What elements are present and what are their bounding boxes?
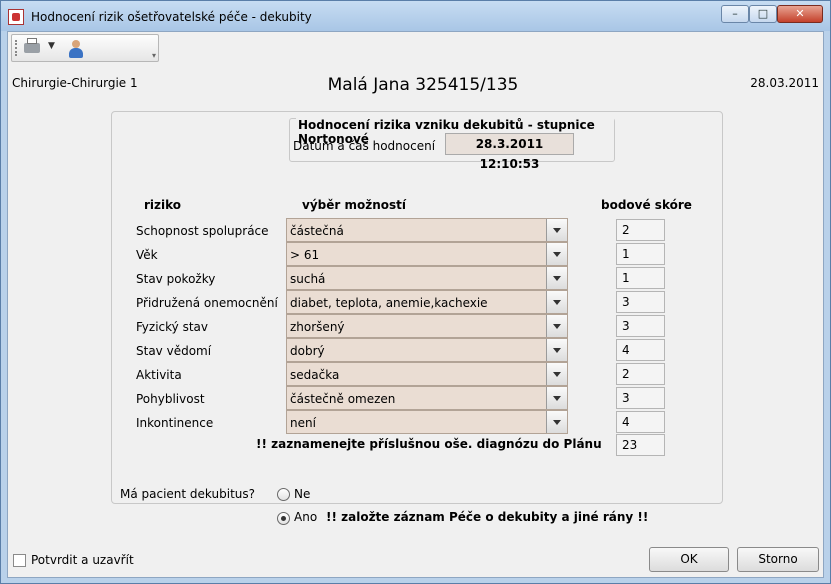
- chevron-down-icon[interactable]: ▼: [48, 41, 55, 51]
- risk-label: Fyzický stav: [136, 320, 208, 334]
- risk-select[interactable]: > 61: [286, 242, 568, 266]
- risk-select[interactable]: není: [286, 410, 568, 434]
- department-label: Chirurgie-Chirurgie 1: [12, 76, 138, 90]
- score-field[interactable]: 1: [616, 243, 665, 265]
- chevron-down-icon[interactable]: [546, 219, 567, 241]
- toolbar-grip[interactable]: [15, 40, 19, 56]
- risk-select-value: diabet, teplota, anemie,kachexie: [290, 296, 488, 310]
- score-field[interactable]: 3: [616, 291, 665, 313]
- score-field[interactable]: 1: [616, 267, 665, 289]
- close-button[interactable]: ✕: [777, 5, 823, 23]
- window-title: Hodnocení rizik ošetřovatelské péče - de…: [31, 10, 312, 24]
- risk-select-value: > 61: [290, 248, 320, 262]
- risk-select-value: není: [290, 416, 316, 430]
- dialog-window: Hodnocení rizik ošetřovatelské péče - de…: [0, 0, 831, 584]
- patient-name: Malá Jana 325415/135: [327, 75, 519, 95]
- app-icon: [8, 9, 24, 25]
- maximize-button[interactable]: □: [749, 5, 777, 23]
- datetime-label: Datum a čas hodnocení: [293, 139, 436, 153]
- risk-select-value: částečná: [290, 224, 344, 238]
- toolbar-overflow-icon[interactable]: ▾: [152, 51, 156, 60]
- diagnosis-note: !! zaznamenejte příslušnou oše. diagnózu…: [256, 437, 602, 451]
- risk-select-value: částečně omezen: [290, 392, 396, 406]
- confirm-close-checkbox[interactable]: [13, 554, 26, 567]
- risk-label: Přidružená onemocnění: [136, 296, 278, 310]
- risk-select[interactable]: diabet, teplota, anemie,kachexie: [286, 290, 568, 314]
- risk-label: Věk: [136, 248, 158, 262]
- client-area: ▼ ▾ Chirurgie-Chirurgie 1 Malá Jana 3254…: [7, 31, 824, 578]
- risk-select[interactable]: částečně omezen: [286, 386, 568, 410]
- chevron-down-icon[interactable]: [546, 363, 567, 385]
- toolbar: ▼ ▾: [11, 34, 159, 62]
- risk-select[interactable]: sedačka: [286, 362, 568, 386]
- cancel-button[interactable]: Storno: [737, 547, 819, 572]
- chevron-down-icon[interactable]: [546, 243, 567, 265]
- risk-select-value: dobrý: [290, 344, 325, 358]
- confirm-close-label[interactable]: Potvrdit a uzavřít: [31, 553, 134, 567]
- radio-yes[interactable]: [277, 512, 290, 525]
- column-header-risk: riziko: [144, 198, 182, 212]
- risk-label: Schopnost spolupráce: [136, 224, 269, 238]
- radio-no-label[interactable]: Ne: [294, 487, 310, 501]
- score-field[interactable]: 4: [616, 411, 665, 433]
- user-icon[interactable]: [67, 39, 85, 59]
- decubitus-question: Má pacient dekubitus?: [120, 487, 255, 501]
- column-header-score: bodové skóre: [601, 198, 692, 212]
- minimize-button[interactable]: –: [721, 5, 749, 23]
- risk-select-value: suchá: [290, 272, 326, 286]
- score-field[interactable]: 2: [616, 363, 665, 385]
- risk-select[interactable]: dobrý: [286, 338, 568, 362]
- header-date: 28.03.2011: [750, 76, 819, 90]
- score-field[interactable]: 3: [616, 387, 665, 409]
- risk-label: Aktivita: [136, 368, 182, 382]
- score-field[interactable]: 2: [616, 219, 665, 241]
- risk-label: Pohyblivost: [136, 392, 205, 406]
- risk-select-value: sedačka: [290, 368, 340, 382]
- risk-select[interactable]: částečná: [286, 218, 568, 242]
- risk-label: Stav pokožky: [136, 272, 216, 286]
- assessment-panel: Hodnocení rizika vzniku dekubitů - stupn…: [111, 111, 723, 525]
- chevron-down-icon[interactable]: [546, 267, 567, 289]
- score-field[interactable]: 4: [616, 339, 665, 361]
- risk-select[interactable]: suchá: [286, 266, 568, 290]
- chevron-down-icon[interactable]: [546, 291, 567, 313]
- title-bar: Hodnocení rizik ošetřovatelské péče - de…: [1, 1, 830, 31]
- column-header-options: výběr možností: [302, 198, 406, 212]
- risk-select-value: zhoršený: [290, 320, 345, 334]
- chevron-down-icon[interactable]: [546, 387, 567, 409]
- risk-select[interactable]: zhoršený: [286, 314, 568, 338]
- score-field[interactable]: 3: [616, 315, 665, 337]
- radio-yes-label[interactable]: Ano: [294, 510, 317, 524]
- total-score-field[interactable]: 23: [616, 434, 665, 456]
- ok-button[interactable]: OK: [649, 547, 729, 572]
- printer-icon[interactable]: [24, 38, 40, 53]
- assessment-group: Hodnocení rizika vzniku dekubitů - stupn…: [289, 118, 615, 171]
- datetime-field[interactable]: 28.3.2011 12:10:53: [445, 133, 574, 171]
- risk-label: Stav vědomí: [136, 344, 212, 358]
- radio-no[interactable]: [277, 488, 290, 501]
- chevron-down-icon[interactable]: [546, 315, 567, 337]
- risk-label: Inkontinence: [136, 416, 214, 430]
- wound-care-note: !! založte záznam Péče o dekubity a jiné…: [326, 510, 649, 524]
- chevron-down-icon[interactable]: [546, 411, 567, 433]
- chevron-down-icon[interactable]: [546, 339, 567, 361]
